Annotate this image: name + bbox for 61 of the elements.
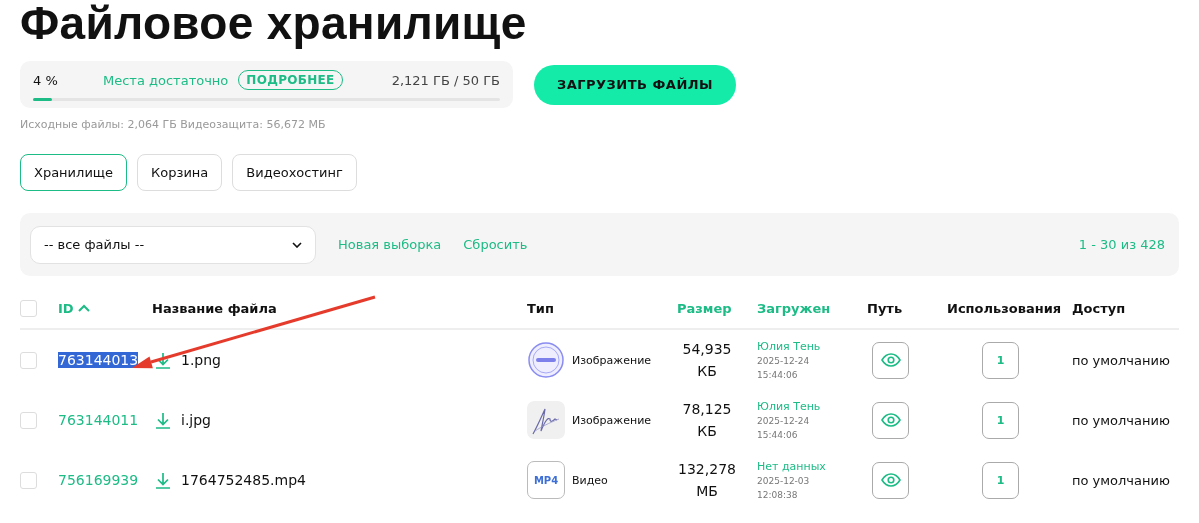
access-level: по умолчанию	[1072, 472, 1170, 488]
row-checkbox[interactable]	[20, 351, 37, 369]
column-header[interactable]: ID	[58, 300, 74, 316]
row-checkbox[interactable]	[20, 471, 37, 489]
usage-count-button[interactable]: 1	[982, 341, 1019, 379]
chevron-down-icon	[292, 241, 302, 248]
usage-text: 2,121 ГБ / 50 ГБ	[391, 72, 500, 88]
uploader-link[interactable]: Нет данных	[757, 458, 867, 474]
file-size: 132,278 МБ	[678, 461, 736, 499]
download-icon[interactable]	[155, 351, 171, 369]
file-type: Изображение	[572, 353, 652, 367]
file-id-link[interactable]: 763144011	[58, 412, 139, 428]
file-name: 1764752485.mp4	[181, 472, 306, 488]
file-type: Видео	[572, 473, 608, 487]
filter-link[interactable]: Новая выборка	[338, 237, 442, 252]
usage-count-button[interactable]: 1	[982, 401, 1019, 439]
file-size: 78,125 КБ	[682, 401, 732, 439]
column-header[interactable]: Загружен	[757, 300, 831, 316]
eye-icon	[880, 413, 901, 427]
upload-button[interactable]: ЗАГРУЗИТЬ ФАЙЛЫ	[534, 64, 736, 105]
file-filter-select[interactable]: -- все файлы --	[30, 225, 316, 264]
pagination-text: 1 - 30 из 428	[1078, 237, 1165, 252]
upload-date: 2025-12-24 15:44:06	[757, 414, 811, 442]
select-all-checkbox[interactable]	[20, 299, 37, 317]
sort-up-icon[interactable]	[77, 304, 90, 312]
upload-date: 2025-12-03 12:08:38	[757, 474, 811, 502]
row-checkbox[interactable]	[20, 411, 37, 429]
tab[interactable]: Видеохостинг	[232, 154, 357, 191]
storage-status: Места достаточно	[103, 72, 229, 88]
page-title: Файловое хранилище	[20, 0, 528, 51]
view-path-button[interactable]	[872, 401, 909, 439]
file-name: i.jpg	[181, 412, 211, 428]
file-name: 1.png	[181, 352, 221, 368]
uploader-link[interactable]: Юлия Тень	[757, 398, 867, 414]
view-path-button[interactable]	[872, 341, 909, 379]
access-level: по умолчанию	[1072, 352, 1170, 368]
column-header: Тип	[527, 300, 554, 316]
usage-count-button[interactable]: 1	[982, 461, 1019, 499]
eye-icon	[880, 473, 901, 487]
column-header: Доступ	[1072, 300, 1126, 316]
upload-date: 2025-12-24 15:44:06	[757, 354, 811, 382]
column-header[interactable]: Размер	[677, 300, 732, 316]
column-header: Путь	[867, 300, 903, 316]
view-path-button[interactable]	[872, 461, 909, 499]
column-header: Использования	[947, 300, 1062, 316]
file-size: 54,935 КБ	[682, 341, 732, 379]
download-icon[interactable]	[155, 411, 171, 429]
storage-breakdown: Исходные файлы: 2,064 ГБ Видеозащита: 56,672 МБ	[20, 118, 327, 131]
eye-icon	[880, 353, 901, 367]
access-level: по умолчанию	[1072, 412, 1170, 428]
filter-link[interactable]: Сбросить	[463, 237, 528, 252]
file-type: Изображение	[572, 413, 652, 427]
file-type-badge: MP4	[527, 461, 565, 499]
tab[interactable]: Хранилище	[20, 154, 128, 191]
usage-percent: 4 %	[33, 72, 59, 88]
file-id-link[interactable]: 763144013	[58, 352, 139, 368]
file-id-link[interactable]: 756169939	[58, 472, 139, 488]
uploader-link[interactable]: Юлия Тень	[757, 338, 867, 354]
download-icon[interactable]	[155, 471, 171, 489]
column-header: Название файла	[152, 300, 277, 316]
tab[interactable]: Корзина	[137, 154, 223, 191]
